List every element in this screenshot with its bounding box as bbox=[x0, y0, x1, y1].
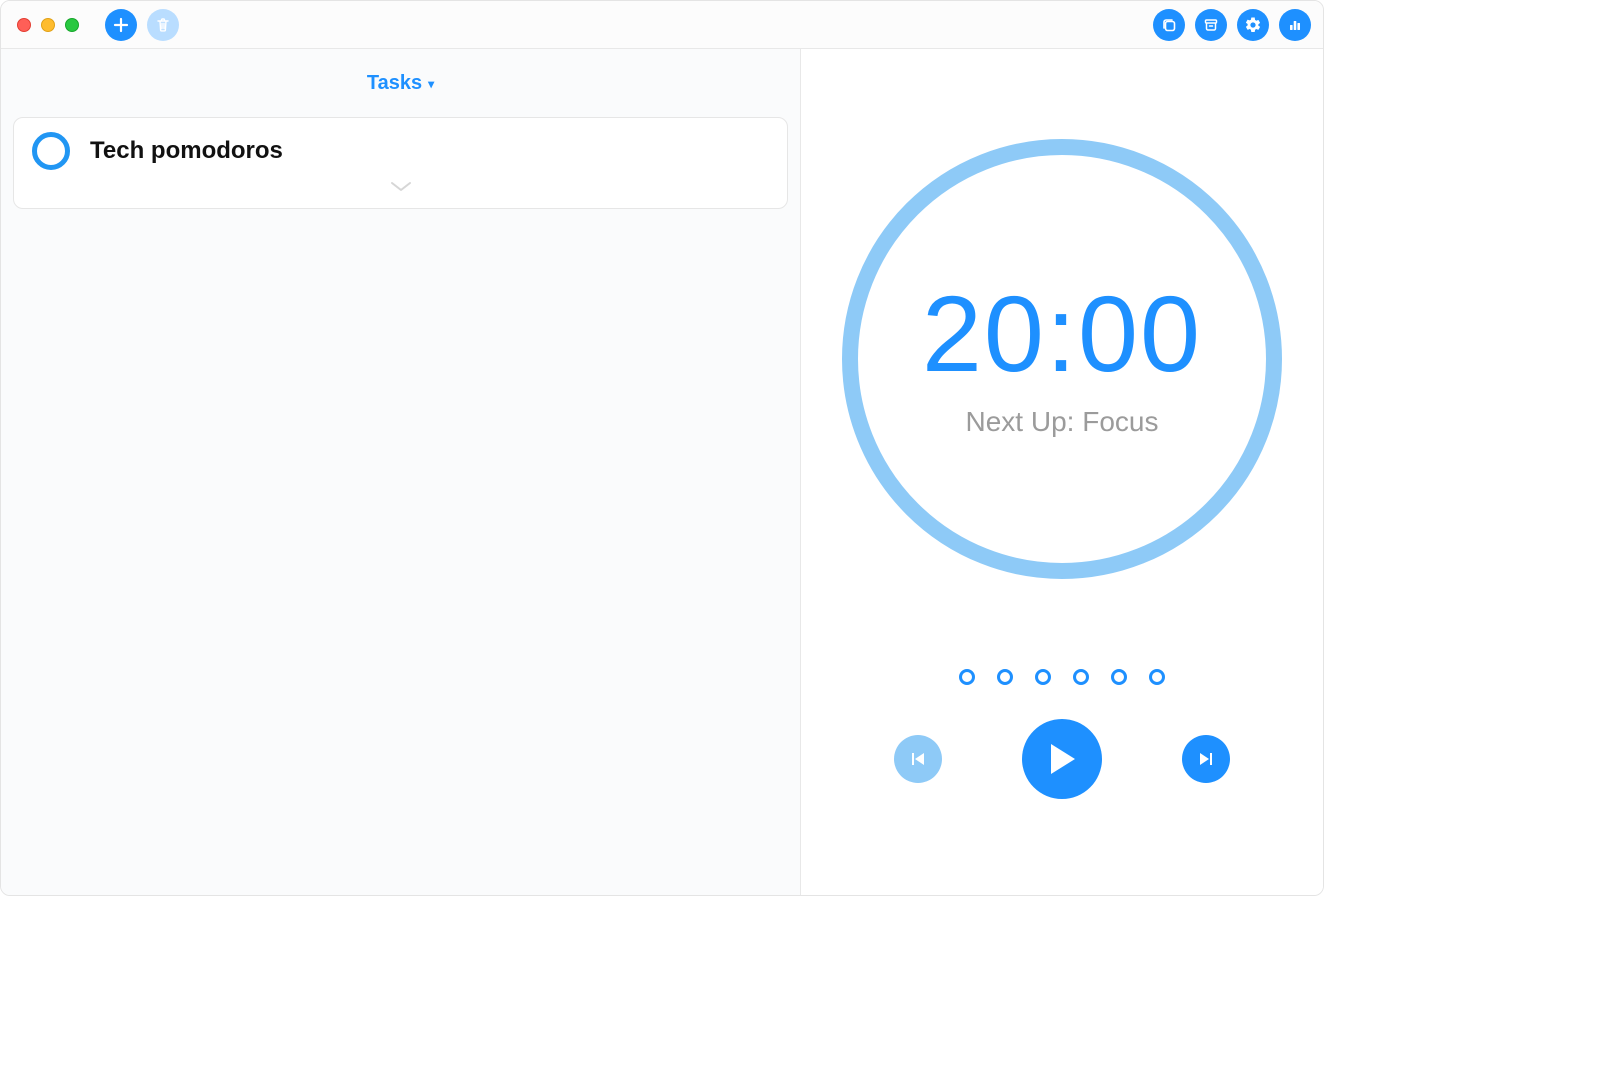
window-zoom[interactable] bbox=[65, 18, 79, 32]
chevron-down-icon bbox=[390, 180, 412, 198]
task-expand-toggle[interactable] bbox=[32, 180, 769, 198]
tasks-pane: Tasks ▾ Tech pomodoros bbox=[1, 49, 801, 895]
task-complete-toggle[interactable] bbox=[32, 132, 70, 170]
prev-button[interactable] bbox=[894, 735, 942, 783]
progress-dot bbox=[997, 669, 1013, 685]
plus-icon bbox=[113, 17, 129, 33]
window-minimize[interactable] bbox=[41, 18, 55, 32]
tasks-header-label: Tasks bbox=[367, 72, 422, 95]
progress-dot bbox=[959, 669, 975, 685]
play-icon bbox=[1047, 742, 1077, 776]
bar-chart-icon bbox=[1287, 17, 1303, 33]
chevron-down-icon: ▾ bbox=[428, 77, 434, 91]
panel-icon bbox=[1161, 17, 1177, 33]
trash-icon bbox=[155, 17, 171, 33]
progress-dot bbox=[1035, 669, 1051, 685]
skip-forward-icon bbox=[1196, 749, 1216, 769]
progress-dot bbox=[1073, 669, 1089, 685]
archive-icon bbox=[1203, 17, 1219, 33]
content: Tasks ▾ Tech pomodoros 20 bbox=[1, 49, 1323, 895]
panel-toggle-button[interactable] bbox=[1153, 9, 1185, 41]
task-card[interactable]: Tech pomodoros bbox=[13, 117, 788, 209]
timer-controls bbox=[894, 719, 1230, 799]
traffic-lights bbox=[17, 18, 79, 32]
titlebar-left bbox=[17, 9, 179, 41]
timer-next-label: Next Up: Focus bbox=[966, 406, 1159, 438]
task-row: Tech pomodoros bbox=[32, 132, 769, 170]
progress-dot bbox=[1149, 669, 1165, 685]
session-progress bbox=[959, 669, 1165, 685]
stats-button[interactable] bbox=[1279, 9, 1311, 41]
add-task-button[interactable] bbox=[105, 9, 137, 41]
archive-button[interactable] bbox=[1195, 9, 1227, 41]
app-window: Tasks ▾ Tech pomodoros 20 bbox=[0, 0, 1324, 896]
progress-dot bbox=[1111, 669, 1127, 685]
play-button[interactable] bbox=[1022, 719, 1102, 799]
task-title: Tech pomodoros bbox=[90, 138, 283, 164]
titlebar bbox=[1, 1, 1323, 49]
titlebar-right bbox=[1153, 9, 1311, 41]
timer-circle: 20:00 Next Up: Focus bbox=[842, 139, 1282, 579]
gear-icon bbox=[1244, 16, 1262, 34]
settings-button[interactable] bbox=[1237, 9, 1269, 41]
timer-pane: 20:00 Next Up: Focus bbox=[801, 49, 1323, 895]
delete-task-button[interactable] bbox=[147, 9, 179, 41]
tasks-header-dropdown[interactable]: Tasks ▾ bbox=[1, 49, 800, 117]
next-button[interactable] bbox=[1182, 735, 1230, 783]
timer-value: 20:00 bbox=[922, 280, 1202, 388]
skip-back-icon bbox=[908, 749, 928, 769]
window-close[interactable] bbox=[17, 18, 31, 32]
